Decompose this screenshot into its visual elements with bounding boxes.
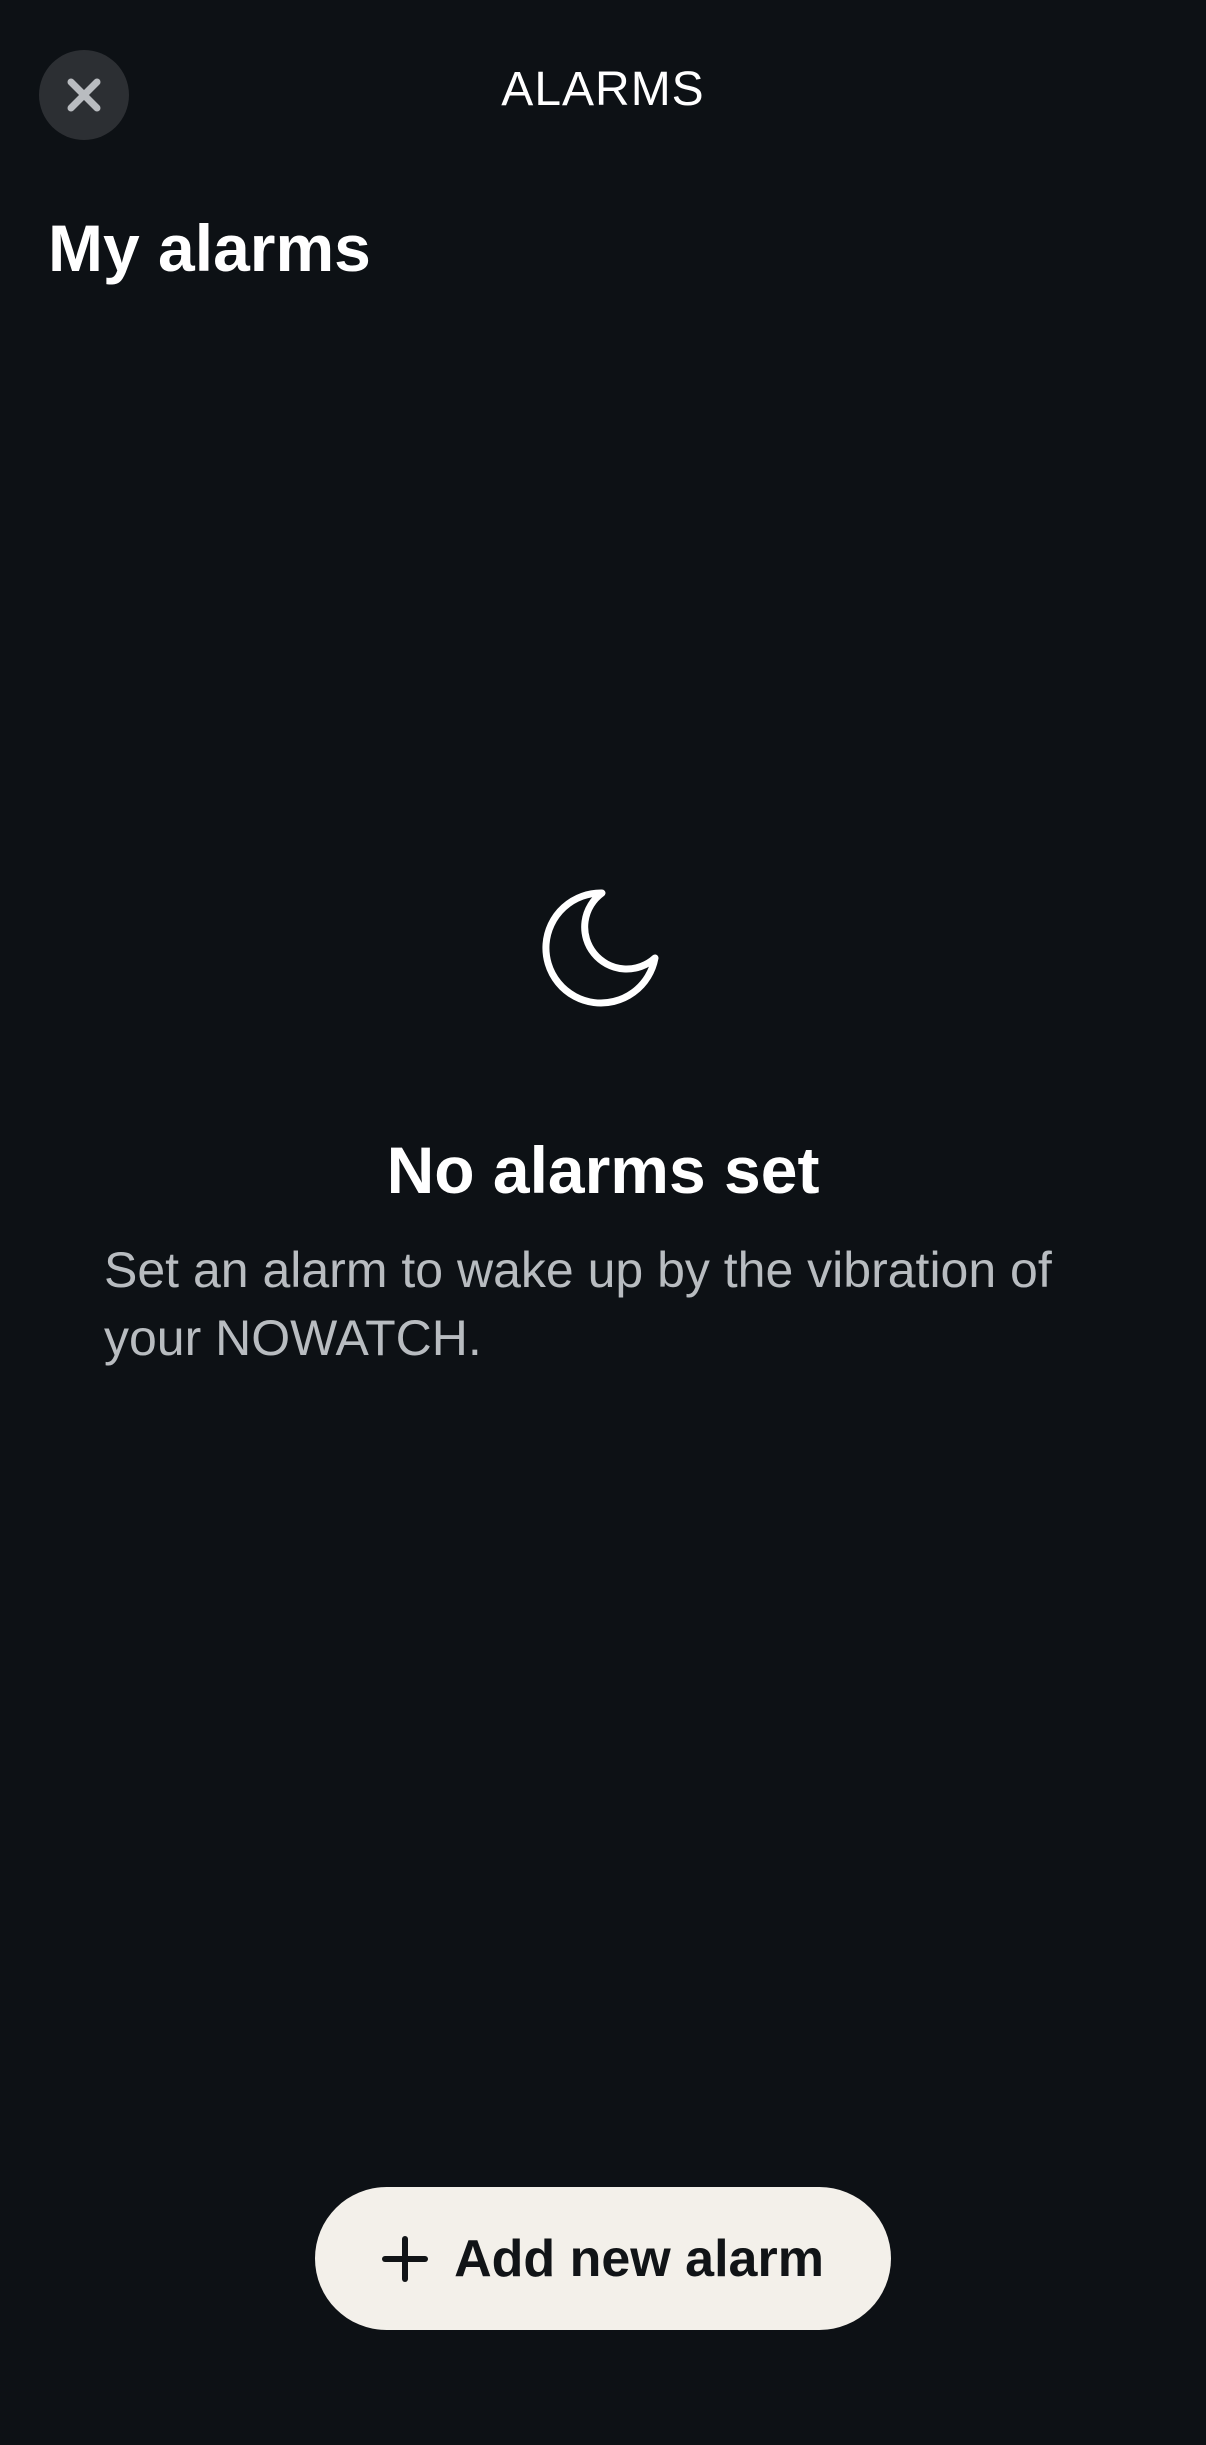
page-title: My alarms — [48, 211, 371, 285]
plus-icon — [382, 2235, 429, 2282]
add-new-alarm-button[interactable]: Add new alarm — [315, 2187, 891, 2330]
header-title: ALARMS — [501, 63, 705, 116]
empty-state-title: No alarms set — [386, 1133, 820, 1207]
moon-icon — [542, 889, 659, 1007]
add-new-alarm-label: Add new alarm — [454, 2229, 824, 2288]
empty-state-description: Set an alarm to wake up by the vibration… — [104, 1242, 1052, 1366]
